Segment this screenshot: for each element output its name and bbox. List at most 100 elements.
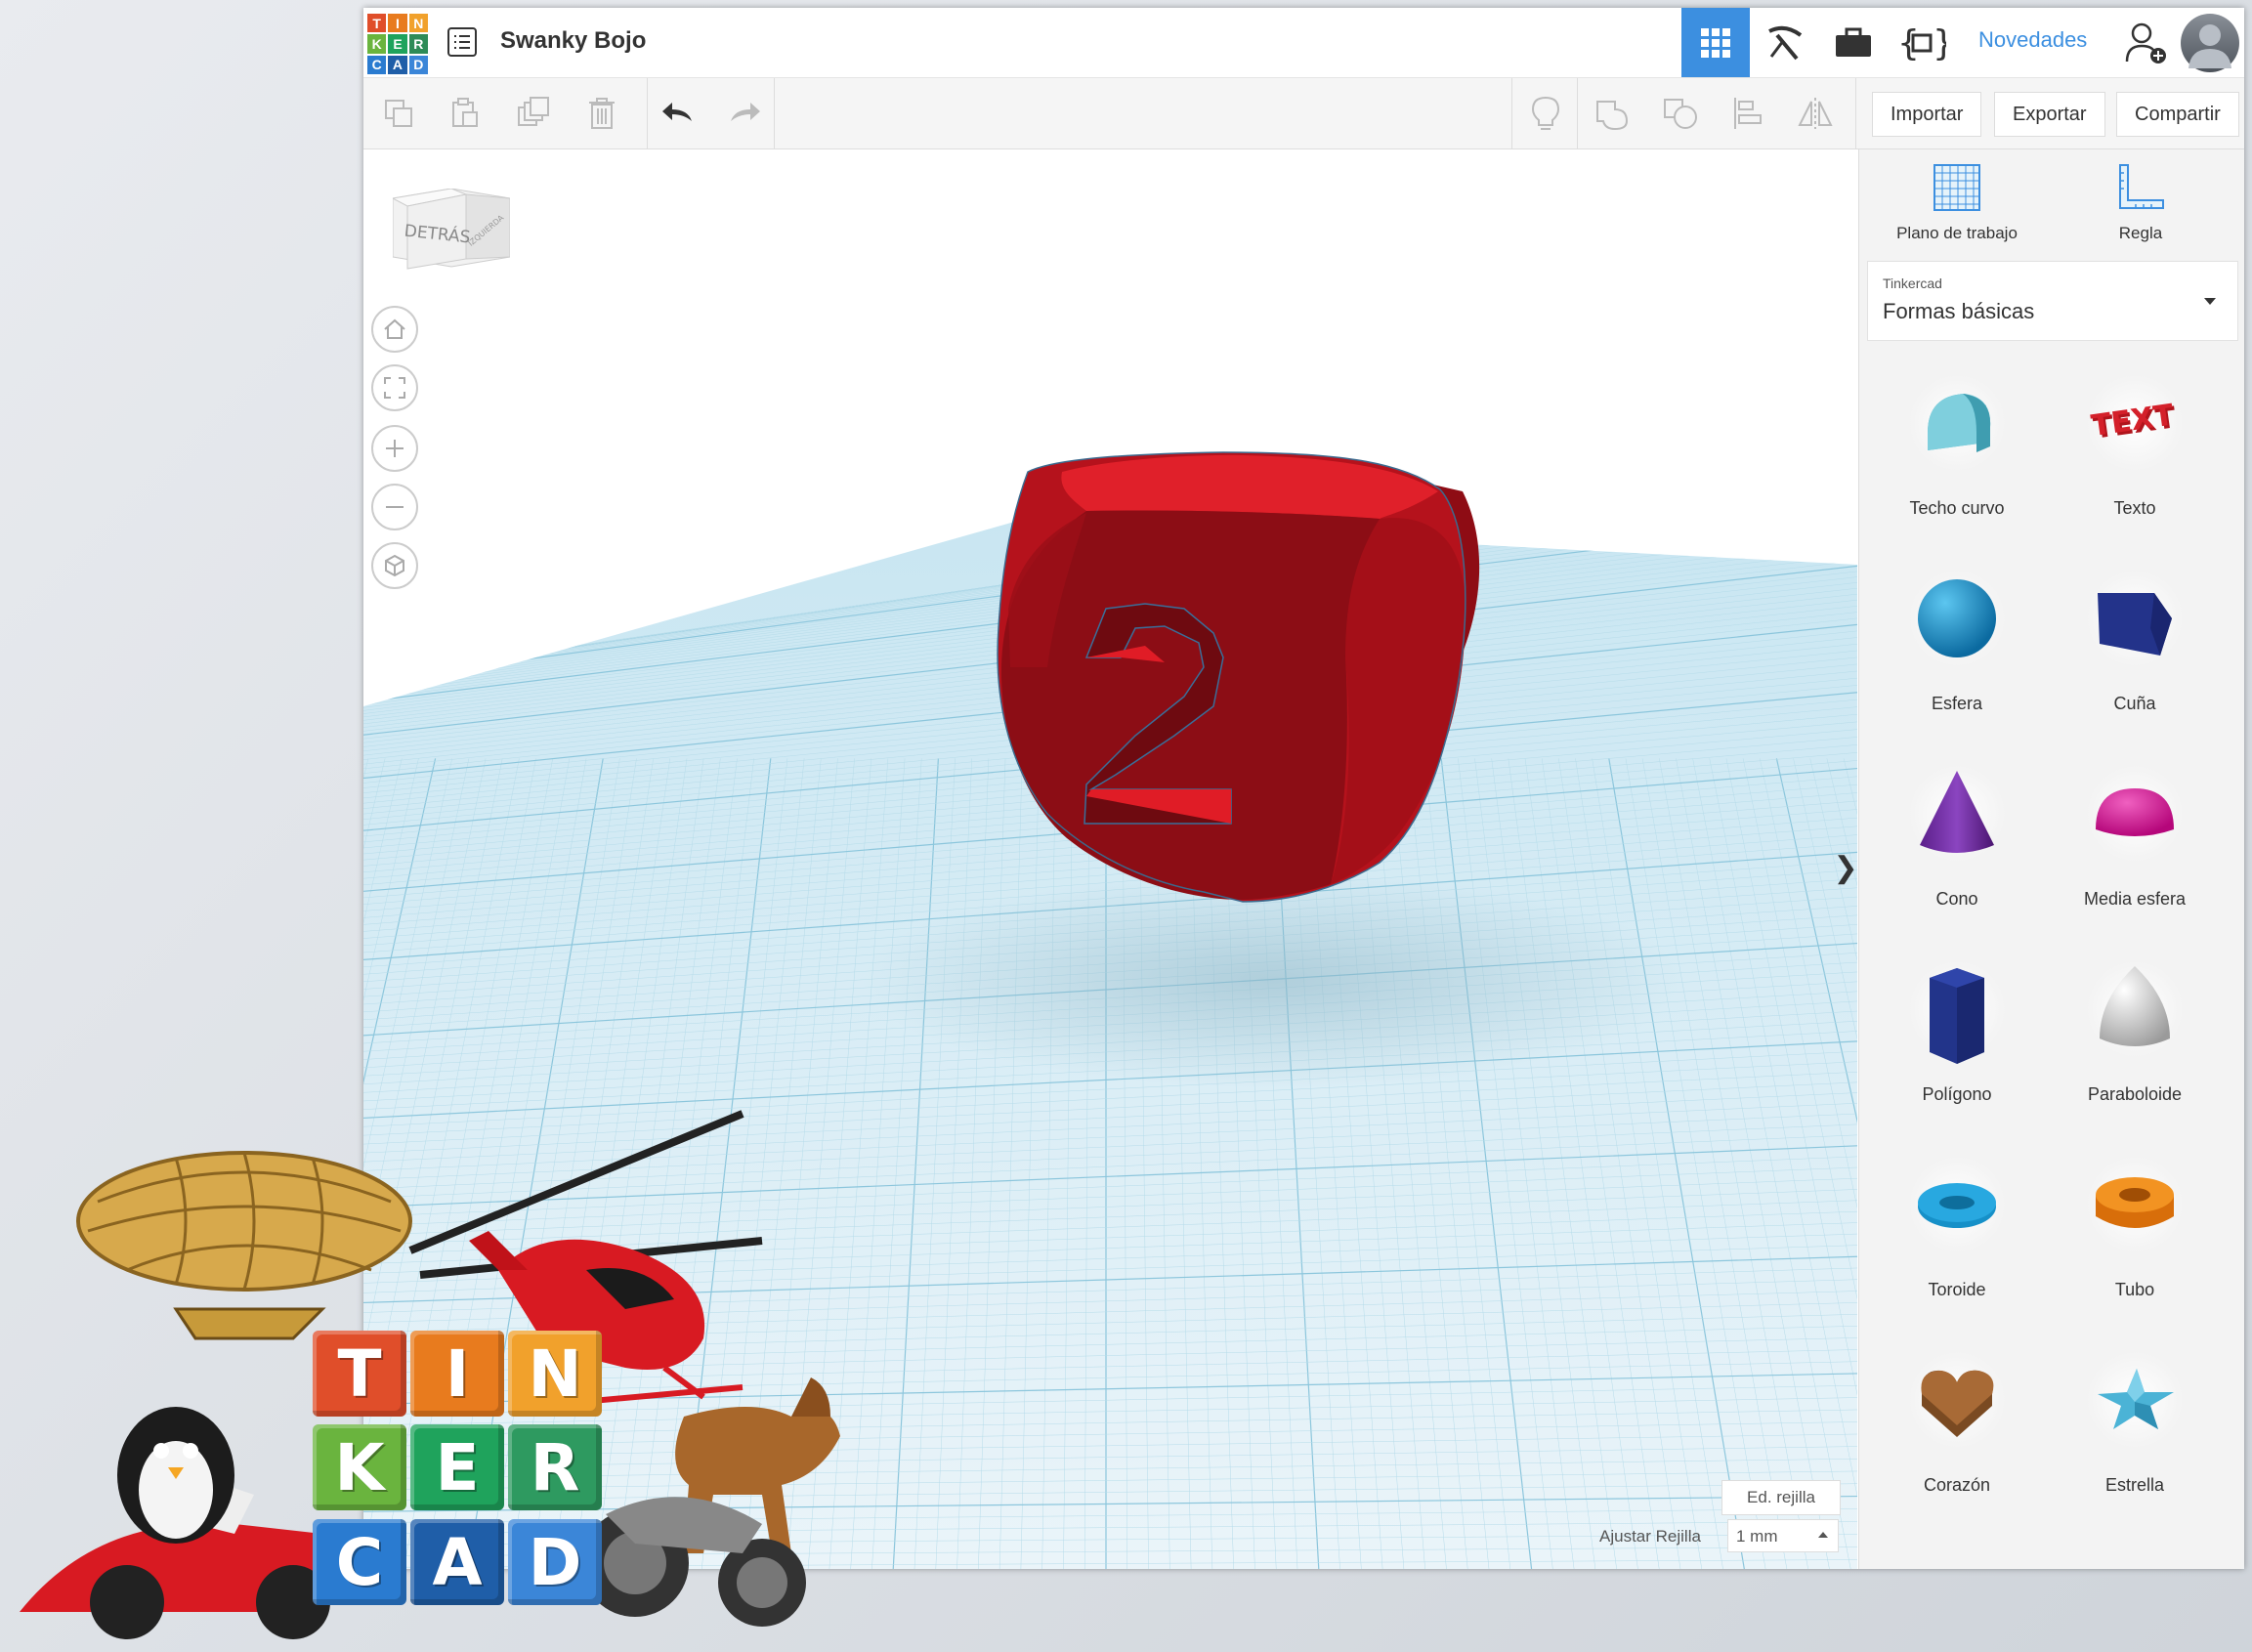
logo-letter: N <box>408 14 428 33</box>
delete-button[interactable] <box>578 90 625 137</box>
design-list-icon[interactable] <box>447 27 477 57</box>
ruler-tool[interactable]: Regla <box>2067 161 2214 243</box>
torus-icon <box>1918 1183 1996 1228</box>
shape-label: Media esfera <box>2083 889 2187 909</box>
paste-button[interactable] <box>442 90 489 137</box>
shape-label: Polígono <box>1922 1084 1992 1104</box>
logo-letter: D <box>408 55 428 74</box>
shapes-panel: Plano de trabajo Regla Tinkercad Formas … <box>1858 149 2244 1569</box>
home-icon <box>384 318 405 339</box>
shape-roof[interactable]: Techo curvo <box>1874 374 2040 560</box>
group-icon <box>1596 101 1629 131</box>
import-button[interactable]: Importar <box>1872 92 1982 137</box>
fit-view-icon <box>384 377 405 399</box>
zoom-out-button[interactable] <box>371 484 418 530</box>
undo-icon <box>662 103 692 121</box>
shape-heart[interactable]: Corazón <box>1874 1351 2040 1537</box>
sphere-icon <box>1918 579 1996 657</box>
simulation-button[interactable] <box>1819 8 1888 77</box>
code-blocks-button[interactable]: {} <box>1888 8 1956 77</box>
shape-paraboloid[interactable]: Paraboloide <box>2052 960 2218 1146</box>
duplicate-icon <box>518 97 549 126</box>
shape-half-sphere[interactable]: Media esfera <box>2052 765 2218 951</box>
zoom-in-button[interactable] <box>371 425 418 472</box>
tube-icon <box>2096 1177 2174 1228</box>
group-button[interactable] <box>1589 90 1636 137</box>
wedge-icon <box>2098 593 2172 656</box>
collage-block: A <box>410 1519 504 1605</box>
blocks-button[interactable] <box>1751 8 1819 77</box>
cube-icon <box>385 554 404 577</box>
mirror-button[interactable] <box>1792 90 1839 137</box>
news-link[interactable]: Novedades <box>1978 27 2087 53</box>
shape-label: Esfera <box>1931 694 1983 713</box>
plus-icon <box>386 440 404 457</box>
logo-letter: R <box>408 34 428 54</box>
shape-text[interactable]: TEXT TEXT Texto <box>2052 374 2218 560</box>
duplicate-button[interactable] <box>510 90 557 137</box>
workplane-tool[interactable]: Plano de trabajo <box>1884 161 2030 243</box>
design-title[interactable]: Swanky Bojo <box>500 27 646 55</box>
ruler-icon <box>2119 164 2164 209</box>
home-view-button[interactable] <box>371 306 418 353</box>
shape-sphere[interactable]: Esfera <box>1874 570 2040 755</box>
shape-wedge[interactable]: Cuña <box>2052 570 2218 755</box>
shape-label: Paraboloide <box>2087 1084 2183 1104</box>
fit-view-button[interactable] <box>371 364 418 411</box>
add-user-button[interactable] <box>2112 8 2181 77</box>
svg-text:{: { <box>1897 23 1920 63</box>
collage-block: N <box>508 1331 602 1417</box>
logo-letter: I <box>388 14 407 33</box>
roof-icon <box>1928 394 1991 452</box>
logo-letter: A <box>388 55 407 74</box>
grid-icon <box>1701 27 1730 58</box>
snap-grid-select[interactable]: 1 mm <box>1727 1519 1839 1552</box>
shape-label: Estrella <box>2104 1475 2165 1495</box>
ruler-label: Regla <box>2118 224 2163 242</box>
lightbulb-icon <box>1531 96 1560 130</box>
shape-tube[interactable]: Tubo <box>2052 1156 2218 1341</box>
collage-block: C <box>313 1519 406 1605</box>
view-cube[interactable]: DETRÁS IZQUIERDA <box>391 188 511 291</box>
snap-grid-label: Ajustar Rejilla <box>1599 1527 1701 1546</box>
notes-button[interactable] <box>1522 90 1569 137</box>
collage-block: K <box>313 1424 406 1510</box>
align-button[interactable] <box>1725 90 1772 137</box>
collage-block: E <box>410 1424 504 1510</box>
redo-button[interactable] <box>721 90 768 137</box>
user-avatar[interactable] <box>2181 14 2239 72</box>
share-button[interactable]: Compartir <box>2116 92 2239 137</box>
library-source: Tinkercad <box>1883 275 1942 291</box>
3d-design-view-button[interactable] <box>1681 8 1750 77</box>
shape-star[interactable]: Estrella <box>2052 1351 2218 1537</box>
ungroup-icon <box>1664 99 1697 129</box>
collapse-panel-icon[interactable]: ❯ <box>1833 838 1857 897</box>
heart-icon <box>1921 1370 1994 1437</box>
trash-icon <box>589 98 615 129</box>
shape-label: Corazón <box>1923 1475 1991 1495</box>
chevron-down-icon <box>2204 298 2216 305</box>
tinkercad-promo-collage: T I N K E R C A D <box>0 1104 860 1652</box>
shape-library-dropdown[interactable]: Tinkercad Formas básicas <box>1867 261 2238 341</box>
shape-cone[interactable]: Cono <box>1874 765 2040 951</box>
tinkercad-logo[interactable]: T I N K E R C A D <box>367 14 428 74</box>
caret-up-icon <box>1818 1532 1828 1538</box>
collage-block: I <box>410 1331 504 1417</box>
shape-torus[interactable]: Toroide <box>1874 1156 2040 1341</box>
model-shadow <box>862 872 1682 1087</box>
shape-label: Texto <box>2113 498 2156 518</box>
shape-label: Tubo <box>2114 1280 2155 1299</box>
logo-letter: C <box>367 55 387 74</box>
copy-button[interactable] <box>375 90 422 137</box>
copy-icon <box>385 100 412 127</box>
undo-button[interactable] <box>655 90 701 137</box>
half-sphere-icon <box>2096 788 2174 836</box>
edit-toolbar: Importar Exportar Compartir <box>363 78 2244 149</box>
ortho-view-button[interactable] <box>371 542 418 589</box>
edit-grid-button[interactable]: Ed. rejilla <box>1721 1480 1841 1515</box>
logo-letter: T <box>367 14 387 33</box>
ungroup-button[interactable] <box>1657 90 1704 137</box>
logo-letter: E <box>388 34 407 54</box>
export-button[interactable]: Exportar <box>1994 92 2105 137</box>
shape-polygon[interactable]: Polígono <box>1874 960 2040 1146</box>
